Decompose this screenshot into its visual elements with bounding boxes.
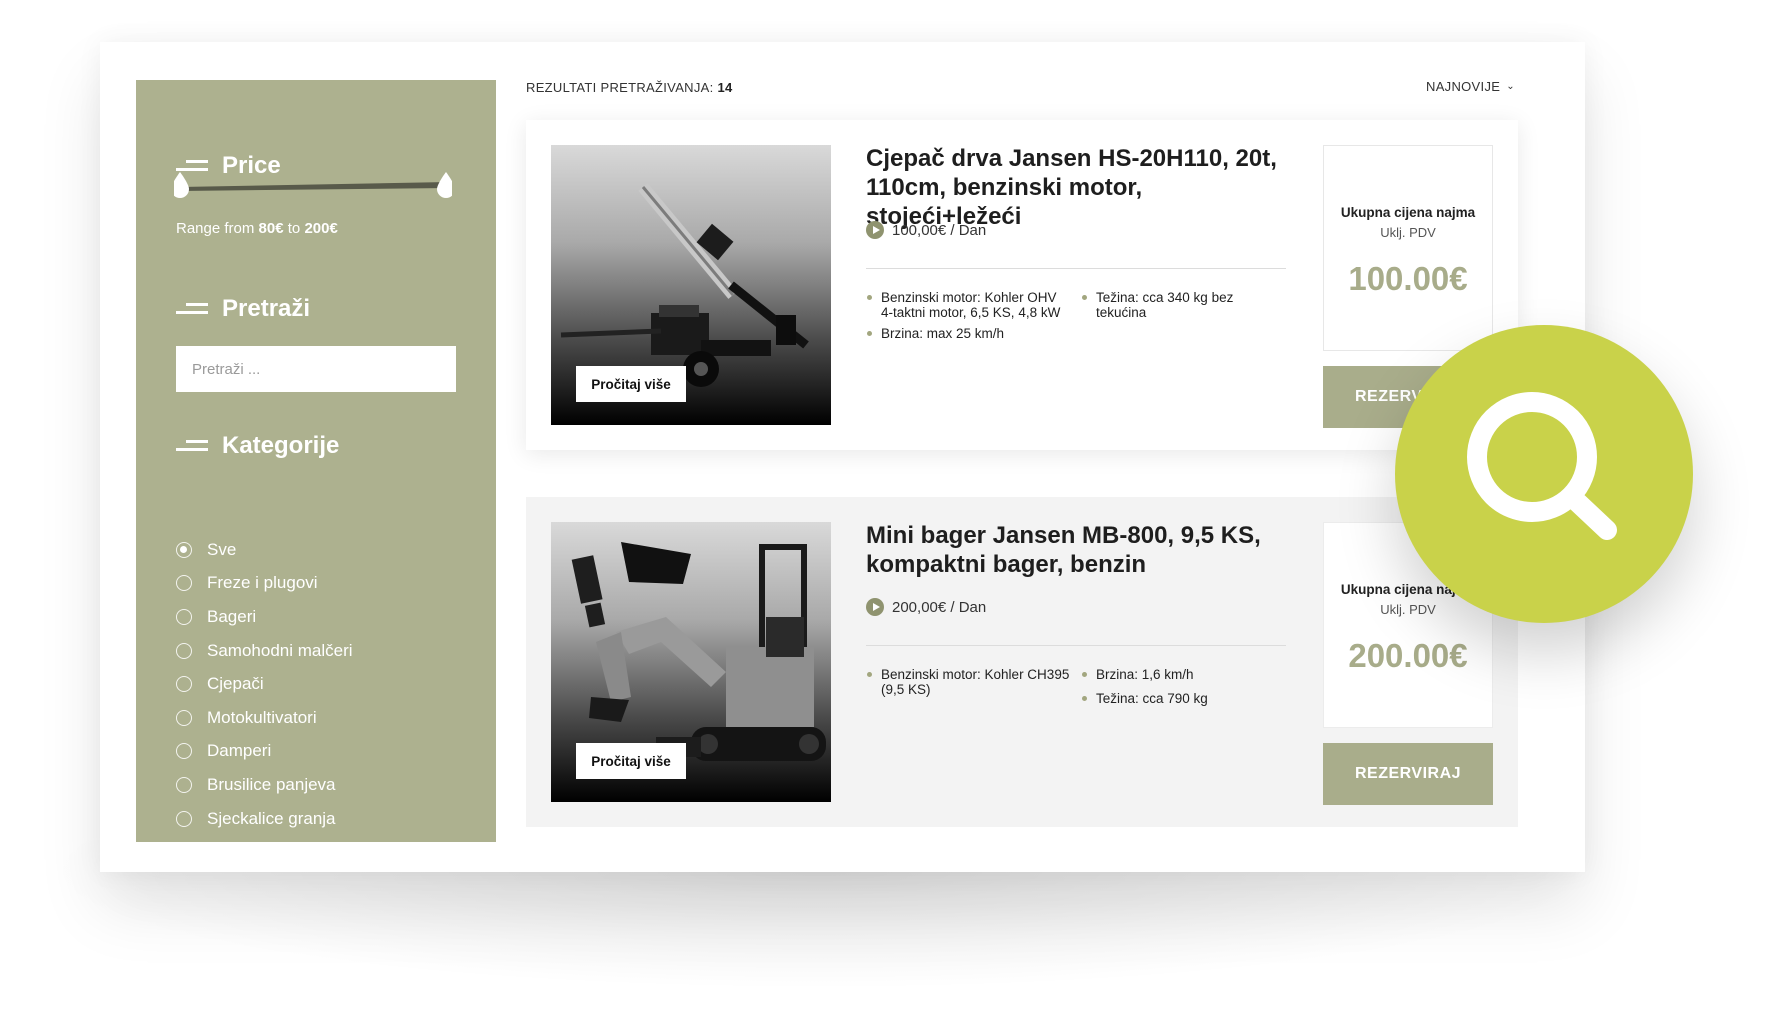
range-joiner: to xyxy=(287,220,301,237)
categories-section-title: Kategorije xyxy=(176,432,339,460)
total-price-label: Ukupna cijena najma xyxy=(1340,205,1476,220)
product-card: Pročitaj više Mini bager Jansen MB-800, … xyxy=(526,497,1518,827)
slider-handle-max xyxy=(437,172,452,198)
spec-item: Težina: cca 340 kg bez tekućina xyxy=(1081,290,1266,320)
radio-icon[interactable] xyxy=(176,743,192,760)
range-prefix: Range from xyxy=(176,220,255,237)
product-title[interactable]: Cjepač drva Jansen HS-20H110, 20t, 110cm… xyxy=(866,144,1296,231)
price-per-day: 200,00€ / Dan xyxy=(866,598,986,616)
results-label: REZULTATI PRETRAŽIVANJA: xyxy=(526,80,714,95)
price-per-day: 100,00€ / Dan xyxy=(866,221,986,239)
filter-sidebar: Price Range from 80€ to 200€ Pretraži Ka… xyxy=(136,80,496,842)
spec-item: Benzinski motor: Kohler CH395 (9,5 KS) xyxy=(866,667,1071,697)
price-range-text: Range from 80€ to 200€ xyxy=(176,220,338,237)
category-item-brusilice-panjeva[interactable]: Brusilice panjeva xyxy=(176,768,353,802)
category-label: Freze i plugovi xyxy=(207,573,318,593)
radio-selected-icon[interactable] xyxy=(176,541,192,558)
spec-item: Težina: cca 790 kg xyxy=(1081,691,1266,706)
slider-handle-min xyxy=(174,172,189,198)
category-label: Sve xyxy=(207,539,237,559)
category-label: Cjepači xyxy=(207,674,264,694)
category-label: Bageri xyxy=(207,606,257,626)
heading-dash-icon xyxy=(176,303,208,315)
range-max: 200€ xyxy=(304,220,338,237)
play-icon xyxy=(866,598,884,616)
category-label: Sjeckalice granja xyxy=(207,808,336,828)
vat-label: Uklj. PDV xyxy=(1380,225,1436,240)
category-item-cjepaci[interactable]: Cjepači xyxy=(176,667,353,701)
radio-icon[interactable] xyxy=(176,776,192,793)
spec-item: Brzina: 1,6 km/h xyxy=(1081,667,1266,682)
price-per-day-value: 200,00€ / Dan xyxy=(892,598,987,616)
category-label: Brusilice panjeva xyxy=(207,774,336,794)
play-icon xyxy=(866,221,884,239)
search-icon xyxy=(1467,392,1617,540)
chevron-down-icon: ⌄ xyxy=(1506,81,1515,92)
category-label: Samohodni malčeri xyxy=(207,640,353,660)
category-item-sjeckalice-granja[interactable]: Sjeckalice granja xyxy=(176,802,353,836)
total-price-amount: 200.00€ xyxy=(1348,637,1468,674)
radio-icon[interactable] xyxy=(176,810,192,827)
product-image-mini-excavator[interactable]: Pročitaj više xyxy=(551,522,831,802)
read-more-button[interactable]: Pročitaj više xyxy=(576,366,686,402)
category-item-damperi[interactable]: Damperi xyxy=(176,735,353,769)
radio-icon[interactable] xyxy=(176,676,192,693)
categories-title: Kategorije xyxy=(222,432,340,459)
price-per-day-value: 100,00€ / Dan xyxy=(892,221,987,239)
search-section-title: Pretraži xyxy=(176,295,310,323)
sort-dropdown[interactable]: NAJNOVIJE ⌄ xyxy=(1426,79,1515,94)
category-list: Sve Freze i plugovi Bageri Samohodni mal… xyxy=(176,533,353,835)
divider xyxy=(866,645,1286,646)
category-label: Motokultivatori xyxy=(207,707,317,727)
read-more-button[interactable]: Pročitaj više xyxy=(576,743,686,779)
category-item-freze-i-plugovi[interactable]: Freze i plugovi xyxy=(176,567,353,601)
total-price-amount: 100.00€ xyxy=(1348,260,1468,297)
spec-item: Benzinski motor: Kohler OHV 4-taktni mot… xyxy=(866,290,1061,320)
radio-icon[interactable] xyxy=(176,608,192,625)
category-item-bageri[interactable]: Bageri xyxy=(176,600,353,634)
reserve-button[interactable]: REZERVIRAJ xyxy=(1323,743,1493,805)
product-title[interactable]: Mini bager Jansen MB-800, 9,5 KS, kompak… xyxy=(866,521,1296,579)
radio-icon[interactable] xyxy=(176,642,192,659)
product-image-log-splitter[interactable]: Pročitaj više xyxy=(551,145,831,425)
radio-icon[interactable] xyxy=(176,709,192,726)
search-results-panel: Price Range from 80€ to 200€ Pretraži Ka… xyxy=(100,42,1585,872)
price-range-slider[interactable] xyxy=(174,170,452,200)
search-title: Pretraži xyxy=(222,295,311,322)
results-number: 14 xyxy=(717,80,733,95)
category-item-motokultivatori[interactable]: Motokultivatori xyxy=(176,701,353,735)
range-min: 80€ xyxy=(258,220,284,237)
divider xyxy=(866,268,1286,269)
spec-item: Brzina: max 25 km/h xyxy=(866,326,1061,341)
category-item-sve[interactable]: Sve xyxy=(176,533,353,567)
search-overlay-badge xyxy=(1395,325,1693,623)
sort-label: NAJNOVIJE xyxy=(1426,79,1501,94)
total-price-box: Ukupna cijena najma Uklj. PDV 100.00€ xyxy=(1323,145,1493,351)
product-card: Pročitaj više Cjepač drva Jansen HS-20H1… xyxy=(526,120,1518,450)
radio-icon[interactable] xyxy=(176,575,192,592)
category-item-samohodni-malceri[interactable]: Samohodni malčeri xyxy=(176,634,353,668)
search-input[interactable] xyxy=(176,346,456,392)
category-label: Damperi xyxy=(207,741,272,761)
heading-dash-icon xyxy=(176,440,208,452)
results-count: REZULTATI PRETRAŽIVANJA: 14 xyxy=(526,80,733,95)
